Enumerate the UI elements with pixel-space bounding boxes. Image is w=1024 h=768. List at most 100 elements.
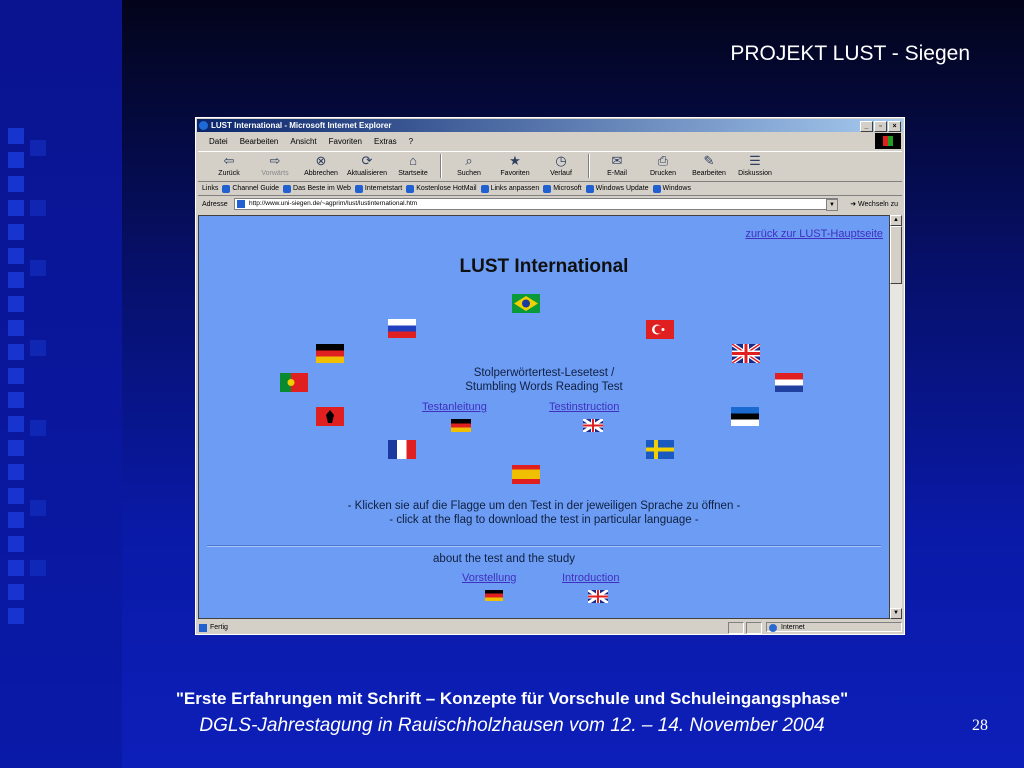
decor-square bbox=[30, 140, 46, 156]
decor-square bbox=[8, 296, 24, 312]
link-links-anpassen[interactable]: Links anpassen bbox=[480, 182, 539, 195]
decor-square bbox=[8, 176, 24, 192]
links-label: Links bbox=[202, 185, 219, 192]
maximize-button[interactable]: ▫ bbox=[874, 121, 887, 132]
decor-square bbox=[8, 248, 24, 264]
decor-square bbox=[8, 392, 24, 408]
decor-square bbox=[30, 500, 46, 516]
history-button[interactable]: ◷ Verlauf bbox=[538, 152, 584, 181]
link-das-beste[interactable]: Das Beste im Web bbox=[283, 182, 351, 195]
menu-help[interactable]: ? bbox=[409, 135, 413, 148]
go-arrow-icon: ➜ bbox=[850, 201, 859, 208]
flag-russia[interactable] bbox=[388, 319, 416, 338]
decor-square bbox=[8, 560, 24, 576]
decor-square bbox=[8, 200, 24, 216]
footer-subtitle: DGLS-Jahrestagung in Rauischholzhausen v… bbox=[199, 715, 825, 736]
edit-icon: ✎ bbox=[703, 153, 715, 168]
link-internetstart[interactable]: Internetstart bbox=[354, 182, 402, 195]
menu-favoriten[interactable]: Favoriten bbox=[329, 135, 362, 148]
vorstellung-link[interactable]: Vorstellung bbox=[462, 572, 516, 584]
page-icon bbox=[283, 184, 292, 193]
refresh-button[interactable]: ⟳ Aktualisieren bbox=[344, 152, 390, 181]
flag-brazil[interactable] bbox=[512, 294, 540, 313]
testanleitung-link[interactable]: Testanleitung bbox=[422, 401, 487, 413]
discussion-button[interactable]: ☰ Diskussion bbox=[732, 152, 778, 181]
edit-button[interactable]: ✎ Bearbeiten bbox=[686, 152, 732, 181]
scroll-down-button[interactable]: ▼ bbox=[890, 608, 902, 619]
link-hotmail[interactable]: Kostenlose HotMail bbox=[406, 182, 477, 195]
decor-square bbox=[8, 536, 24, 552]
link-microsoft[interactable]: Microsoft bbox=[543, 182, 582, 195]
decor-square bbox=[30, 420, 46, 436]
slide-left-bar bbox=[0, 0, 122, 768]
about-text: about the test and the study bbox=[433, 553, 575, 565]
page-icon bbox=[406, 184, 415, 193]
flag-germany[interactable] bbox=[316, 344, 344, 363]
forward-arrow-icon: ⇨ bbox=[269, 153, 281, 168]
flag-germany-small[interactable] bbox=[451, 419, 471, 432]
introduction-link[interactable]: Introduction bbox=[562, 572, 619, 584]
close-button[interactable]: × bbox=[888, 121, 901, 132]
decor-square bbox=[30, 260, 46, 276]
favorites-button[interactable]: ★ Favoriten bbox=[492, 152, 538, 181]
go-button[interactable]: ➜ Wechseln zu bbox=[850, 197, 898, 212]
globe-icon bbox=[769, 624, 777, 632]
links-bar: Links Channel Guide Das Beste im Web Int… bbox=[198, 182, 902, 196]
page-icon bbox=[543, 184, 552, 193]
scroll-thumb[interactable] bbox=[890, 226, 902, 284]
stop-button[interactable]: ⊗ Abbrechen bbox=[298, 152, 344, 181]
search-button[interactable]: ⌕ Suchen bbox=[446, 152, 492, 181]
menu-bar: Datei Bearbeiten Ansicht Favoriten Extra… bbox=[199, 135, 413, 148]
test-title-en: Stumbling Words Reading Test bbox=[465, 381, 623, 393]
flag-germany-small-2[interactable] bbox=[485, 590, 503, 601]
back-to-main-link[interactable]: zurück zur LUST-Hauptseite bbox=[745, 228, 883, 240]
menu-ansicht[interactable]: Ansicht bbox=[290, 135, 316, 148]
mail-button[interactable]: ✉ E-Mail bbox=[594, 152, 640, 181]
test-title-de: Stolperwörtertest-Lesetest / bbox=[473, 367, 615, 379]
link-windows-update[interactable]: Windows Update bbox=[585, 182, 649, 195]
instruction-de: - Klicken sie auf die Flagge um den Test… bbox=[347, 500, 741, 512]
flag-uk[interactable] bbox=[732, 344, 760, 363]
flag-sweden[interactable] bbox=[646, 440, 674, 459]
minimize-button[interactable]: _ bbox=[860, 121, 873, 132]
forward-button[interactable]: ⇨ Vorwärts bbox=[252, 152, 298, 181]
home-icon: ⌂ bbox=[409, 153, 417, 168]
page-icon bbox=[354, 184, 363, 193]
page-icon bbox=[652, 184, 661, 193]
page-icon bbox=[480, 184, 489, 193]
menu-bearbeiten[interactable]: Bearbeiten bbox=[240, 135, 279, 148]
flag-albania[interactable] bbox=[316, 407, 344, 426]
flag-uk-small-2[interactable] bbox=[588, 590, 608, 603]
page-done-icon bbox=[199, 624, 207, 632]
back-button[interactable]: ⇦ Zurück bbox=[206, 152, 252, 181]
ie-logo-icon bbox=[199, 121, 208, 130]
flag-turkey[interactable] bbox=[646, 320, 674, 339]
discussion-icon: ☰ bbox=[749, 153, 761, 168]
window-title: LUST International - Microsoft Internet … bbox=[211, 121, 392, 130]
flag-france[interactable] bbox=[388, 440, 416, 459]
windows-logo-icon bbox=[875, 133, 901, 149]
menu-extras[interactable]: Extras bbox=[374, 135, 397, 148]
decor-square bbox=[30, 560, 46, 576]
scroll-up-button[interactable]: ▲ bbox=[890, 215, 902, 226]
decor-square bbox=[8, 416, 24, 432]
home-button[interactable]: ⌂ Startseite bbox=[390, 152, 436, 181]
link-windows[interactable]: Windows bbox=[652, 182, 691, 195]
window-titlebar[interactable]: LUST International - Microsoft Internet … bbox=[197, 119, 903, 132]
menu-datei[interactable]: Datei bbox=[209, 135, 228, 148]
decor-square bbox=[8, 464, 24, 480]
flag-estonia[interactable] bbox=[731, 407, 759, 426]
address-bar: Adresse http://www.uni-siegen.de/~agprim… bbox=[198, 197, 902, 212]
instruction-en: - click at the flag to download the test… bbox=[389, 514, 699, 526]
page-icon bbox=[237, 200, 245, 208]
flag-uk-small[interactable] bbox=[583, 419, 603, 432]
testinstruction-link[interactable]: Testinstruction bbox=[549, 401, 619, 413]
decor-square bbox=[8, 344, 24, 360]
link-channel-guide[interactable]: Channel Guide bbox=[222, 182, 279, 195]
address-dropdown-button[interactable]: ▼ bbox=[826, 199, 838, 211]
flag-spain[interactable] bbox=[512, 465, 540, 484]
divider bbox=[207, 545, 881, 547]
vertical-scrollbar[interactable]: ▲ ▼ bbox=[890, 215, 902, 619]
print-button[interactable]: ⎙ Drucken bbox=[640, 152, 686, 181]
address-input[interactable]: http://www.uni-siegen.de/~agprim/lust/lu… bbox=[234, 198, 838, 210]
